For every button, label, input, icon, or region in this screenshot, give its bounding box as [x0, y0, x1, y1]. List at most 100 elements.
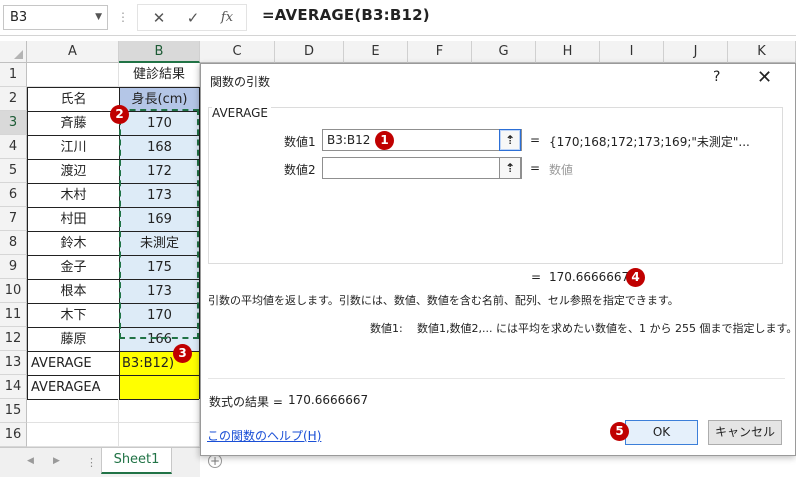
cell-b1[interactable]: 健診結果: [119, 63, 200, 87]
row-header[interactable]: 11: [0, 303, 27, 327]
cell-name[interactable]: 江川: [27, 135, 120, 160]
name-box-value: B3: [10, 10, 28, 25]
column-header-f[interactable]: F: [408, 41, 472, 63]
column-header-a[interactable]: A: [27, 41, 119, 63]
enter-icon[interactable]: ✓: [180, 7, 206, 29]
row-header[interactable]: 10: [0, 279, 27, 303]
add-sheet-icon[interactable]: +: [208, 454, 222, 468]
column-header-g[interactable]: G: [472, 41, 536, 63]
cell-a16[interactable]: [27, 423, 119, 447]
cell-b15[interactable]: [119, 399, 200, 423]
row-header[interactable]: 7: [0, 207, 27, 231]
row-header[interactable]: 6: [0, 183, 27, 207]
arg1-label: 数値1: [284, 135, 316, 149]
function-name: AVERAGE: [212, 106, 271, 120]
function-description: 引数の平均値を返します。引数には、数値、数値を含む名前、配列、セル参照を指定でき…: [208, 294, 679, 307]
cell-a13[interactable]: AVERAGE: [27, 351, 120, 376]
select-all-corner[interactable]: [0, 41, 27, 63]
cell-name[interactable]: 木下: [27, 303, 120, 328]
column-header-e[interactable]: E: [344, 41, 408, 63]
cell-a14[interactable]: AVERAGEA: [27, 375, 120, 400]
cell-b16[interactable]: [119, 423, 200, 447]
chevron-down-icon[interactable]: ▼: [95, 6, 102, 29]
cell-a1[interactable]: [27, 63, 119, 87]
cancel-icon[interactable]: ✕: [146, 7, 172, 29]
cell-height[interactable]: 170: [119, 303, 200, 328]
tab-more-icon[interactable]: ⋮: [86, 456, 97, 469]
divider: [208, 378, 785, 379]
row-header[interactable]: 1: [0, 63, 27, 87]
tab-prev-icon[interactable]: ◀: [27, 456, 34, 466]
row-header[interactable]: 3: [0, 111, 27, 135]
formula-input[interactable]: =AVERAGE(B3:B12): [262, 6, 430, 24]
row-header[interactable]: 2: [0, 87, 27, 111]
step-badge-5: 5: [610, 422, 629, 441]
arg2-label: 数値2: [284, 163, 316, 177]
formula-bar: B3 ▼ ⋮ ✕ ✓ fx =AVERAGE(B3:B12): [0, 0, 796, 36]
cell-height[interactable]: 未測定: [119, 231, 200, 256]
help-icon[interactable]: ?: [713, 69, 720, 85]
arg-description-label: 数値1:: [370, 322, 403, 335]
row-header[interactable]: 9: [0, 255, 27, 279]
formula-result-value: 170.6666667: [288, 393, 369, 407]
cell-name[interactable]: 藤原: [27, 327, 120, 352]
cell-height[interactable]: 170: [119, 111, 200, 136]
row-header[interactable]: 12: [0, 327, 27, 351]
result-equals: =: [531, 270, 542, 284]
cell-name[interactable]: 鈴木: [27, 231, 120, 256]
cancel-button[interactable]: キャンセル: [708, 420, 782, 445]
cell-height[interactable]: 169: [119, 207, 200, 232]
collapse-dialog-icon[interactable]: ⇡: [499, 157, 521, 179]
column-header-d[interactable]: D: [275, 41, 344, 63]
arg2-input[interactable]: [322, 157, 522, 179]
row-header[interactable]: 14: [0, 375, 27, 399]
cell-height[interactable]: 172: [119, 159, 200, 184]
column-header-k[interactable]: K: [728, 41, 796, 63]
cell-name[interactable]: 斉藤: [27, 111, 120, 136]
insert-function-icon[interactable]: fx: [214, 7, 240, 29]
row-header[interactable]: 8: [0, 231, 27, 255]
row-header[interactable]: 5: [0, 159, 27, 183]
step-badge-2: 2: [110, 105, 129, 124]
tab-next-icon[interactable]: ▶: [53, 456, 60, 466]
close-icon[interactable]: ✕: [757, 67, 772, 88]
sheet-tab-bar: ◀ ▶ ⋮ Sheet1: [0, 447, 200, 477]
cell-height[interactable]: 173: [119, 279, 200, 304]
row-header[interactable]: 16: [0, 423, 27, 447]
cell-height[interactable]: 168: [119, 135, 200, 160]
name-box[interactable]: B3 ▼: [3, 5, 108, 30]
cell-name[interactable]: 村田: [27, 207, 120, 232]
arg1-result: {170;168;172;173;169;"未測定"...: [549, 135, 750, 149]
arg-description: 数値1,数値2,... には平均を求めたい数値を、1 から 255 個まで指定し…: [417, 322, 796, 335]
cell-height[interactable]: 173: [119, 183, 200, 208]
column-header-i[interactable]: I: [600, 41, 664, 63]
drag-handle-icon[interactable]: ⋮: [117, 10, 129, 24]
ok-button[interactable]: OK: [625, 420, 698, 445]
cell-a15[interactable]: [27, 399, 119, 423]
column-header-j[interactable]: J: [664, 41, 728, 63]
cell-name[interactable]: 渡辺: [27, 159, 120, 184]
cell-name[interactable]: 金子: [27, 255, 120, 280]
function-help-link[interactable]: この関数のヘルプ(H): [207, 427, 321, 444]
cell-b14[interactable]: [119, 375, 200, 400]
dialog-title: 関数の引数: [210, 75, 271, 89]
arg2-result: 数値: [549, 163, 574, 177]
arg1-input[interactable]: B3:B12: [322, 129, 522, 151]
step-badge-1: 1: [375, 131, 394, 150]
row-header[interactable]: 15: [0, 399, 27, 423]
cell-name[interactable]: 根本: [27, 279, 120, 304]
formula-result-label: 数式の結果 =: [209, 395, 283, 409]
column-header-c[interactable]: C: [200, 41, 275, 63]
sheet-tab-sheet1[interactable]: Sheet1: [101, 448, 172, 474]
column-header-h[interactable]: H: [536, 41, 600, 63]
step-badge-3: 3: [173, 344, 192, 363]
collapse-dialog-icon[interactable]: ⇡: [499, 129, 521, 151]
cell-name[interactable]: 木村: [27, 183, 120, 208]
row-header[interactable]: 13: [0, 351, 27, 375]
arg2-equals: =: [530, 161, 541, 175]
row-header[interactable]: 4: [0, 135, 27, 159]
cell-a2[interactable]: 氏名: [27, 87, 120, 112]
cell-height[interactable]: 175: [119, 255, 200, 280]
cell-b2[interactable]: 身長(cm): [119, 87, 200, 112]
column-header-b[interactable]: B: [119, 41, 200, 63]
